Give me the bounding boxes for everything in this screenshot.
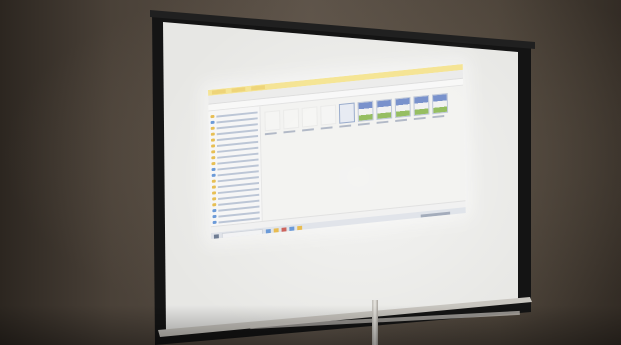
desktop-icon bbox=[210, 120, 215, 125]
network-icon bbox=[212, 220, 217, 225]
file-item bbox=[338, 102, 355, 128]
folder-icon bbox=[211, 185, 216, 189]
file-caption bbox=[302, 128, 314, 132]
file-caption bbox=[376, 120, 389, 124]
download-icon bbox=[210, 126, 215, 130]
document-icon bbox=[283, 108, 300, 130]
image-thumbnail-icon bbox=[357, 100, 374, 122]
file-item bbox=[413, 94, 430, 121]
file-item bbox=[432, 93, 449, 119]
image-thumbnail-icon bbox=[376, 98, 393, 120]
file-caption bbox=[413, 116, 426, 121]
file-caption bbox=[339, 124, 352, 128]
pictures-icon bbox=[210, 138, 215, 142]
file-item bbox=[376, 98, 393, 124]
document-icon bbox=[264, 110, 281, 132]
file-caption bbox=[395, 118, 407, 122]
navigation-pane bbox=[208, 106, 263, 227]
file-caption bbox=[283, 130, 296, 134]
file-item bbox=[283, 108, 300, 134]
document-icon bbox=[338, 102, 355, 124]
drive-icon bbox=[212, 208, 217, 213]
file-caption bbox=[432, 115, 445, 119]
file-item bbox=[264, 110, 281, 136]
file-caption bbox=[357, 122, 370, 126]
file-item bbox=[394, 96, 411, 122]
folder-icon bbox=[212, 197, 217, 201]
star-icon bbox=[210, 114, 215, 119]
folder-icon bbox=[211, 150, 216, 154]
projected-file-explorer bbox=[208, 64, 466, 239]
image-thumbnail-icon bbox=[394, 96, 411, 119]
folder-icon bbox=[211, 144, 216, 148]
floor-shadow bbox=[0, 305, 621, 345]
document-icon bbox=[320, 104, 337, 126]
file-item bbox=[320, 104, 337, 130]
file-item bbox=[301, 106, 318, 132]
folder-icon bbox=[211, 179, 216, 183]
drive-icon bbox=[212, 214, 217, 219]
this-pc-icon bbox=[211, 173, 216, 178]
image-thumbnail-icon bbox=[432, 93, 449, 115]
document-icon bbox=[301, 106, 318, 128]
folder-icon bbox=[212, 203, 217, 207]
file-caption bbox=[320, 126, 333, 130]
file-grid bbox=[260, 86, 465, 221]
documents-icon bbox=[210, 132, 215, 136]
folder-icon bbox=[211, 156, 216, 160]
file-caption bbox=[264, 132, 277, 136]
image-thumbnail-icon bbox=[413, 94, 430, 117]
folder-icon bbox=[212, 191, 217, 195]
onedrive-icon bbox=[211, 167, 216, 172]
file-item bbox=[357, 100, 374, 126]
folder-icon bbox=[211, 161, 216, 166]
